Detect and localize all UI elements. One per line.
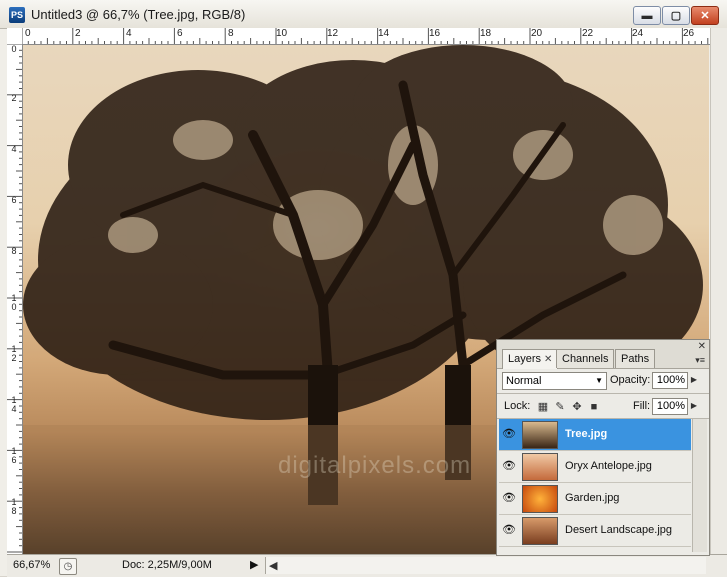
horizontal-ruler[interactable]: 0 2 4 6 8 10 12 14 16 18 20 22 24 26: [22, 28, 710, 45]
title-bar[interactable]: PS Untitled3 @ 66,7% (Tree.jpg, RGB/8) ▬…: [0, 0, 727, 29]
lock-label: Lock:: [504, 400, 531, 412]
fill-slider-arrow-icon[interactable]: ▶: [689, 398, 699, 413]
ruler-tick-label: 0: [25, 28, 31, 39]
layer-thumbnail: [522, 485, 558, 513]
maximize-button[interactable]: ▢: [662, 6, 690, 25]
tab-layers[interactable]: Layers ✕: [502, 349, 559, 369]
close-icon: ✕: [700, 10, 710, 22]
layer-thumbnail: [522, 421, 558, 449]
tab-paths[interactable]: Paths: [615, 349, 656, 368]
minimize-button[interactable]: ▬: [633, 6, 661, 25]
layer-name: Desert Landscape.jpg: [565, 524, 673, 536]
panel-tab-bar: Layers ✕ Channels Paths ✕ ▾≡: [497, 340, 709, 369]
tab-channels[interactable]: Channels: [556, 349, 615, 368]
layer-thumbnail: [522, 517, 558, 545]
layer-row-desert-landscape[interactable]: 👁 Desert Landscape.jpg: [499, 515, 691, 547]
blend-mode-value: Normal: [506, 375, 542, 387]
visibility-eye-icon[interactable]: 👁: [502, 523, 516, 537]
ruler-tick-label: 0: [11, 44, 17, 54]
ruler-tick-label: 2: [11, 93, 17, 103]
ruler-tick-label: 26: [683, 28, 695, 39]
ruler-tick-label: 1 0: [11, 293, 17, 312]
photoshop-app-icon: PS: [9, 7, 25, 23]
photoshop-document-window: PS Untitled3 @ 66,7% (Tree.jpg, RGB/8) ▬…: [0, 0, 727, 577]
layer-name: Oryx Antelope.jpg: [565, 460, 652, 472]
ruler-tick-label: 14: [378, 28, 390, 39]
ruler-tick-label: 2: [75, 28, 81, 39]
fill-label: Fill:: [633, 400, 651, 412]
zoom-level[interactable]: 66,67%: [13, 559, 50, 571]
ruler-tick-label: 4: [126, 28, 132, 39]
maximize-icon: ▢: [670, 10, 682, 22]
tab-label: Channels: [562, 353, 609, 365]
lock-all-icon[interactable]: ■: [588, 401, 600, 413]
close-button[interactable]: ✕: [691, 6, 719, 25]
ruler-tick-label: 16: [429, 28, 441, 39]
blend-mode-select[interactable]: Normal ▼: [502, 372, 607, 390]
opacity-slider-arrow-icon[interactable]: ▶: [689, 372, 699, 387]
layers-panel: Layers ✕ Channels Paths ✕ ▾≡ Normal ▼ Opa…: [496, 339, 710, 556]
ruler-tick-label: 12: [327, 28, 339, 39]
layer-row-garden[interactable]: 👁 Garden.jpg: [499, 483, 691, 515]
panel-close-icon[interactable]: ✕: [698, 341, 706, 352]
ruler-tick-label: 22: [582, 28, 594, 39]
panel-menu-icon[interactable]: ▾≡: [695, 355, 705, 366]
ruler-tick-label: 1 8: [11, 497, 17, 516]
vertical-scrollbar[interactable]: [710, 28, 727, 554]
ruler-tick-label: 24: [632, 28, 644, 39]
opacity-label: Opacity:: [610, 374, 651, 386]
ruler-tick-label: 8: [11, 246, 17, 256]
horizontal-scrollbar[interactable]: ◀: [265, 557, 706, 574]
tab-label: Layers: [508, 353, 542, 365]
watermark-text: digitalpixels.com: [278, 452, 472, 479]
ruler-tick-label: 20: [531, 28, 543, 39]
lock-transparent-pixels-icon[interactable]: ▦: [537, 401, 549, 413]
layers-scrollbar[interactable]: [692, 419, 707, 552]
layer-name: Garden.jpg: [565, 492, 620, 504]
panel-divider: [497, 393, 709, 394]
lock-image-pixels-icon[interactable]: ✎: [554, 401, 566, 413]
ruler-tick-label: 6: [177, 28, 183, 39]
ruler-tick-label: 1 6: [11, 446, 17, 465]
visibility-eye-icon[interactable]: 👁: [502, 427, 516, 441]
status-bar: 66,67% ◷ Doc: 2,25M/9,00M ▶ ◀: [7, 554, 727, 577]
tab-close-icon[interactable]: ✕: [544, 354, 552, 365]
visibility-eye-icon[interactable]: 👁: [502, 491, 516, 505]
lock-position-icon[interactable]: ✥: [571, 401, 583, 413]
layer-thumbnail: [522, 453, 558, 481]
chevron-down-icon: ▼: [595, 376, 603, 385]
ruler-tick-label: 8: [228, 28, 234, 39]
ruler-tick-label: 4: [11, 144, 17, 154]
layer-row-oryx-antelope[interactable]: 👁 Oryx Antelope.jpg: [499, 451, 691, 483]
status-info-icon[interactable]: ◷: [59, 558, 77, 575]
layer-name: Tree.jpg: [565, 428, 608, 440]
minimize-icon: ▬: [641, 9, 653, 22]
scroll-left-icon[interactable]: ◀: [269, 559, 277, 572]
ruler-tick-label: 10: [276, 28, 288, 39]
ruler-origin[interactable]: [7, 28, 23, 45]
vertical-ruler[interactable]: 0 2 4 6 8 1 0 1 2 1 4 1 6 1 8: [7, 44, 23, 554]
layer-row-tree[interactable]: 👁 Tree.jpg: [499, 419, 691, 451]
document-size: Doc: 2,25M/9,00M: [122, 559, 212, 571]
status-menu-arrow-icon[interactable]: ▶: [250, 558, 258, 571]
window-title: Untitled3 @ 66,7% (Tree.jpg, RGB/8): [31, 7, 246, 22]
ruler-tick-label: 18: [480, 28, 492, 39]
fill-field[interactable]: 100%: [652, 398, 688, 415]
opacity-field[interactable]: 100%: [652, 372, 688, 389]
ruler-tick-label: 6: [11, 195, 17, 205]
tab-label: Paths: [621, 353, 650, 365]
visibility-eye-icon[interactable]: 👁: [502, 459, 516, 473]
ruler-tick-label: 1 4: [11, 395, 17, 414]
ruler-tick-label: 1 2: [11, 344, 17, 363]
